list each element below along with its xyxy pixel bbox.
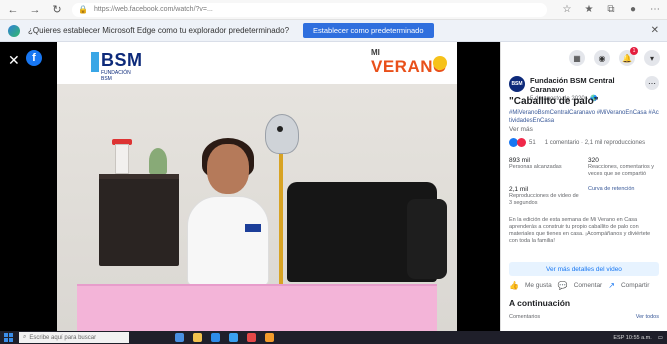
menu-grid-icon[interactable]: ▦ <box>569 50 585 66</box>
messenger-icon[interactable]: ◉ <box>594 50 610 66</box>
post-hashtags[interactable]: #MiVeranoBsmCentralCaranavo #MiVeranoEnC… <box>509 109 659 125</box>
stat-value: 320 <box>588 157 599 164</box>
person-body <box>187 196 269 286</box>
stat-value: 2,1 mil <box>509 186 529 193</box>
page-avatar[interactable]: BSM <box>509 76 525 92</box>
notifications-icon[interactable]: 🔔 1 <box>619 47 638 66</box>
video-frame[interactable]: BSM FUNDACIÓN BSM MI VERANO <box>57 42 457 331</box>
bsm-logo-subtext: FUNDACIÓN BSM <box>101 70 131 82</box>
edge-icon <box>8 24 20 37</box>
windows-start-icon[interactable] <box>4 333 13 342</box>
system-tray[interactable]: ESP 10:55 a.m. ▭ <box>613 335 663 341</box>
plant <box>149 148 167 174</box>
hobby-horse-head <box>265 114 299 154</box>
retention-curve-link[interactable]: Curva de retención <box>588 186 659 193</box>
file-explorer-icon[interactable] <box>193 333 202 342</box>
favorites-icon[interactable]: ★ <box>583 4 595 16</box>
app-icon[interactable] <box>247 333 256 342</box>
hobby-horse-stick <box>279 134 283 284</box>
like-icon[interactable]: 👍 <box>509 281 519 290</box>
reaction-count[interactable]: 51 <box>529 140 536 146</box>
post-actions: 👍 Me gusta 💬 Comentar ↗ Compartir <box>509 281 664 290</box>
post-title: "Caballito de palo" <box>509 96 599 107</box>
more-options-icon[interactable]: ⋯ <box>645 76 659 90</box>
notification-count-badge: 1 <box>630 47 638 55</box>
stat-value: 893 mil <box>509 157 530 164</box>
notification-text: ¿Quieres establecer Microsoft Edge como … <box>28 26 290 35</box>
comment-button[interactable]: Comentar <box>574 282 603 289</box>
notification-center-icon[interactable]: ▭ <box>658 335 663 341</box>
url-text: https://web.facebook.com/watch/?v=... <box>93 6 213 13</box>
insights-grid: 893 mil Personas alcanzadas 320 Reaccion… <box>509 157 659 207</box>
refresh-icon[interactable]: ↻ <box>50 3 64 17</box>
menu-icon[interactable]: ⋯ <box>649 4 661 16</box>
share-button[interactable]: Compartir <box>621 282 650 289</box>
comment-icon[interactable]: 💬 <box>558 281 568 290</box>
close-icon[interactable]: ✕ <box>8 52 20 69</box>
task-view-icon[interactable] <box>175 333 184 342</box>
share-icon[interactable]: ↗ <box>608 281 615 290</box>
shelf <box>99 176 179 266</box>
mi-verano-logo: MI VERANO <box>371 48 451 80</box>
profile-icon[interactable]: ● <box>627 4 639 16</box>
app-icon[interactable] <box>265 333 274 342</box>
search-icon: ⌕ <box>23 334 27 340</box>
view-video-details-button[interactable]: Ver más detalles del video <box>509 262 659 276</box>
facebook-logo-icon[interactable]: f <box>26 50 42 66</box>
comments-label: Comentarios <box>509 314 541 320</box>
hobby-horse-eye <box>277 126 283 132</box>
edge-taskbar-icon[interactable] <box>211 333 220 342</box>
like-button[interactable]: Me gusta <box>525 282 552 289</box>
page-name[interactable]: Fundación BSM Central Caranavo <box>530 76 640 94</box>
sun-icon <box>433 56 447 70</box>
jar <box>115 144 129 174</box>
account-dropdown-icon[interactable]: ▾ <box>644 50 660 66</box>
forward-arrow-icon[interactable]: → <box>28 3 42 17</box>
shelf-top <box>99 174 179 179</box>
sofa-arm <box>407 199 447 279</box>
post-description: En la edición de esta semana de Mi Veran… <box>509 217 651 244</box>
stat-label: Reacciones, comentarios y veces que se c… <box>588 164 655 177</box>
close-icon[interactable]: ✕ <box>651 25 659 36</box>
reactions-row[interactable]: 51 1 comentario · 2,1 mil reproducciones <box>509 138 659 147</box>
up-next-title: A continuación <box>509 298 571 308</box>
pink-table <box>77 284 437 331</box>
love-reaction-icon <box>517 138 526 147</box>
stat-reach: 893 mil Personas alcanzadas <box>509 157 580 178</box>
stat-engagement: 320 Reacciones, comentarios y veces que … <box>588 157 659 178</box>
view-all-link[interactable]: Ver todos <box>636 314 659 320</box>
verano-logo-mi: MI <box>371 48 380 57</box>
bsm-mark-icon <box>91 52 99 72</box>
see-more-link[interactable]: Ver más <box>509 126 533 133</box>
comments-row: Comentarios Ver todos <box>509 314 659 320</box>
browser-toolbar: ← → ↻ 🔒 https://web.facebook.com/watch/?… <box>0 0 667 20</box>
address-bar[interactable]: 🔒 https://web.facebook.com/watch/?v=... <box>72 2 547 17</box>
video-player[interactable]: ✕ f BSM FUNDACIÓN BSM MI VERANO <box>0 42 500 331</box>
comments-shares-count[interactable]: 1 comentario · 2,1 mil reproducciones <box>545 140 645 146</box>
windows-taskbar: ⌕ Escribe aquí para buscar ESP 10:55 a.m… <box>0 331 667 344</box>
collections-icon[interactable]: ⧉ <box>605 4 617 16</box>
stat-label: Reproducciones de video de 3 segundos <box>509 193 579 206</box>
default-browser-notification: ¿Quieres establecer Microsoft Edge como … <box>0 20 667 42</box>
bsm-logo: BSM FUNDACIÓN BSM <box>91 50 143 82</box>
post-side-panel: ▦ ◉ 🔔 1 ▾ BSM Fundación BSM Central Caran… <box>500 42 667 331</box>
shirt-logo <box>245 224 261 232</box>
taskbar-search-placeholder: Escribe aquí para buscar <box>29 334 97 341</box>
back-arrow-icon[interactable]: ← <box>6 3 20 17</box>
tray-text: ESP 10:55 a.m. <box>613 334 652 341</box>
set-default-button[interactable]: Establecer como predeterminado <box>303 23 434 38</box>
tab-icon[interactable]: ☆ <box>561 4 573 16</box>
lock-icon: 🔒 <box>78 5 88 14</box>
taskbar-search[interactable]: ⌕ Escribe aquí para buscar <box>19 332 129 343</box>
stat-retention[interactable]: Curva de retención <box>588 186 659 207</box>
bsm-logo-text: BSM <box>101 50 143 70</box>
person-head <box>207 144 249 194</box>
video-scene <box>57 84 457 331</box>
stat-label: Personas alcanzadas <box>509 164 562 170</box>
stat-views: 2,1 mil Reproducciones de video de 3 seg… <box>509 186 580 207</box>
store-icon[interactable] <box>229 333 238 342</box>
